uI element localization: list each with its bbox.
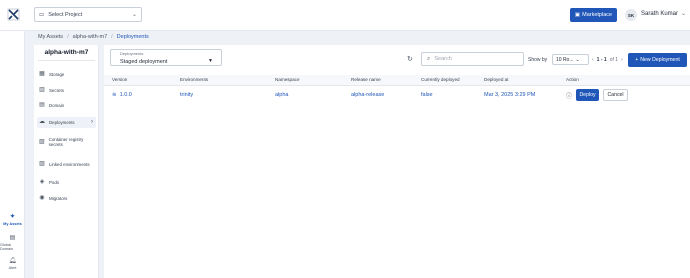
menu-item-label: Linked environments [49,161,90,167]
namespace-cell[interactable]: alpha [275,85,351,105]
rail-item-global-domain[interactable]: ▤ Global Domain [0,235,25,251]
menu-item-storage[interactable]: ▦ Storage [37,70,96,79]
pods-icon: ◈ [39,179,45,185]
table-row: ≋ 1.0.0 trinity alpha alpha-release fals… [104,85,690,105]
divider [38,60,95,61]
search-icon: ⌕ [427,55,431,62]
page-total: of 1 [609,57,619,63]
new-deployment-button[interactable]: + New Deployment [628,53,687,67]
layers-icon: ≋ [112,92,117,99]
menu-item-label: Migrators [49,196,68,201]
store-icon: ▣ [574,12,581,18]
page-range: 1 - 1 [596,57,607,63]
deploy-button[interactable]: Deploy [576,89,600,102]
chevron-right-icon: › [91,119,93,125]
avatar[interactable]: SK [625,9,637,21]
deployment-select-label: Deployments [120,51,144,56]
assets-icon: ✦ [9,214,16,220]
rail-item-label: Alert [8,266,17,270]
link-icon: ▨ [39,160,45,167]
migrate-icon: ◉ [39,195,45,201]
prev-page-icon[interactable]: ‹ [592,57,594,63]
column-header[interactable]: Deployed at [484,75,566,86]
bell-icon: 🔔︎ [8,258,17,264]
menu-item-label: Deployments [49,120,75,125]
menu-item-label: Storage [49,72,65,77]
column-header[interactable]: Release name [351,75,421,86]
table-header-row: Version Environments Namespace Release n… [104,75,690,86]
deployments-table: Version Environments Namespace Release n… [104,75,690,105]
breadcrumb-item[interactable]: alpha-with-m7 [73,34,108,40]
registry-icon: ▧ [39,138,45,145]
asset-title: alpha-with-m7 [44,49,89,56]
left-rail: ✦ My Assets ▤ Global Domain 🔔︎ Alert [0,31,25,278]
menu-item-label: Secrets [49,88,64,93]
menu-item-migrators[interactable]: ◉ Migrators [37,194,96,203]
menu-item-linked-environments[interactable]: ▨ Linked environments [37,157,96,171]
menu-item-label: Container registry secrets [48,137,84,147]
menu-item-pods[interactable]: ◈ Pods [37,178,96,187]
currently-deployed-cell: false [421,92,433,99]
top-bar: ▭ Select Project ⌄ ▣ Marketplace SK Sara… [0,0,690,31]
project-select-label: Select Project [48,11,83,18]
show-by-label: Show by [528,57,548,63]
environment-cell[interactable]: trinity [180,85,275,105]
username[interactable]: Sarath Kumar [641,11,678,17]
deployment-select-value: Staged deployment [120,59,168,65]
folder-icon: ▭ [39,11,45,18]
column-header[interactable]: Environments [180,75,275,86]
secrets-icon: ▥ [39,87,45,93]
menu-item-label: Pods [49,180,60,185]
breadcrumb-separator: / [111,34,113,40]
chevron-down-icon: ⌄ [575,56,580,63]
action-cell: ⓘ Deploy Cancel [566,85,690,105]
caret-down-icon: ▼ [208,58,213,64]
asset-panel: alpha-with-m7 ▦ Storage ▥ Secrets ▤ Doma… [34,45,99,278]
version-cell[interactable]: ≋ 1.0.0 [104,85,180,105]
project-select[interactable]: ▭ Select Project ⌄ [34,7,142,22]
menu-item-secrets[interactable]: ▥ Secrets [37,86,96,95]
next-page-icon[interactable]: › [621,57,623,63]
column-header[interactable]: Currently deployed [421,75,484,86]
column-header[interactable]: Namespace [275,75,351,86]
search-input[interactable] [434,56,520,62]
domain-icon: ▤ [39,102,45,108]
rail-item-label: My Assets [3,222,22,226]
menu-item-label: Domain [49,103,65,108]
marketplace-button[interactable]: ▣ Marketplace [570,8,617,22]
breadcrumb-item[interactable]: My Assets [38,34,63,40]
rail-item-label: Global Domain [0,243,14,251]
new-deployment-label: New Deployment [640,57,680,63]
release-name-cell[interactable]: alpha-release [351,85,421,105]
menu-item-domain[interactable]: ▤ Domain [37,101,96,110]
breadcrumb-separator: / [67,34,69,40]
plus-icon: + [635,57,639,63]
cancel-button[interactable]: Cancel [603,89,629,102]
cloud-icon: ☁ [39,119,45,125]
chevron-down-icon: ⌄ [131,12,137,18]
deployment-select[interactable]: Deployments Staged deployment ▼ [110,49,222,66]
menu-item-container-registry-secrets[interactable]: ▧ Container registry secrets [37,135,96,149]
chevron-down-icon[interactable]: ⌄ [681,10,686,17]
version-value: 1.0.0 [119,92,132,99]
rows-per-page-value: 10 Ro... [556,56,574,63]
rail-item-my-assets[interactable]: ✦ My Assets [0,214,25,226]
deployed-at-cell: Mar 3, 2025 3:29 PM [484,92,536,99]
rows-per-page-select[interactable]: 10 Ro... ⌄ [552,54,589,65]
breadcrumb: My Assets / alpha-with-m7 / Deployments [38,34,149,40]
info-icon[interactable]: ⓘ [566,91,572,100]
column-header[interactable]: Version [104,75,180,86]
breadcrumb-current: Deployments [116,34,149,40]
main-content: Deployments Staged deployment ▼ ↻ ⌕ Show… [104,45,690,278]
storage-icon: ▦ [39,71,45,77]
rail-item-alert[interactable]: 🔔︎ Alert [0,258,25,270]
marketplace-label: Marketplace [582,12,613,18]
menu-item-deployments[interactable]: ☁ Deployments › [37,117,96,128]
column-header: Action [566,75,690,86]
domain-icon: ▤ [9,235,16,241]
refresh-icon[interactable]: ↻ [407,55,413,63]
logo-icon[interactable] [7,8,20,21]
search-box[interactable]: ⌕ [421,52,524,66]
pagination: ‹ 1 - 1 of 1 › [592,57,623,63]
